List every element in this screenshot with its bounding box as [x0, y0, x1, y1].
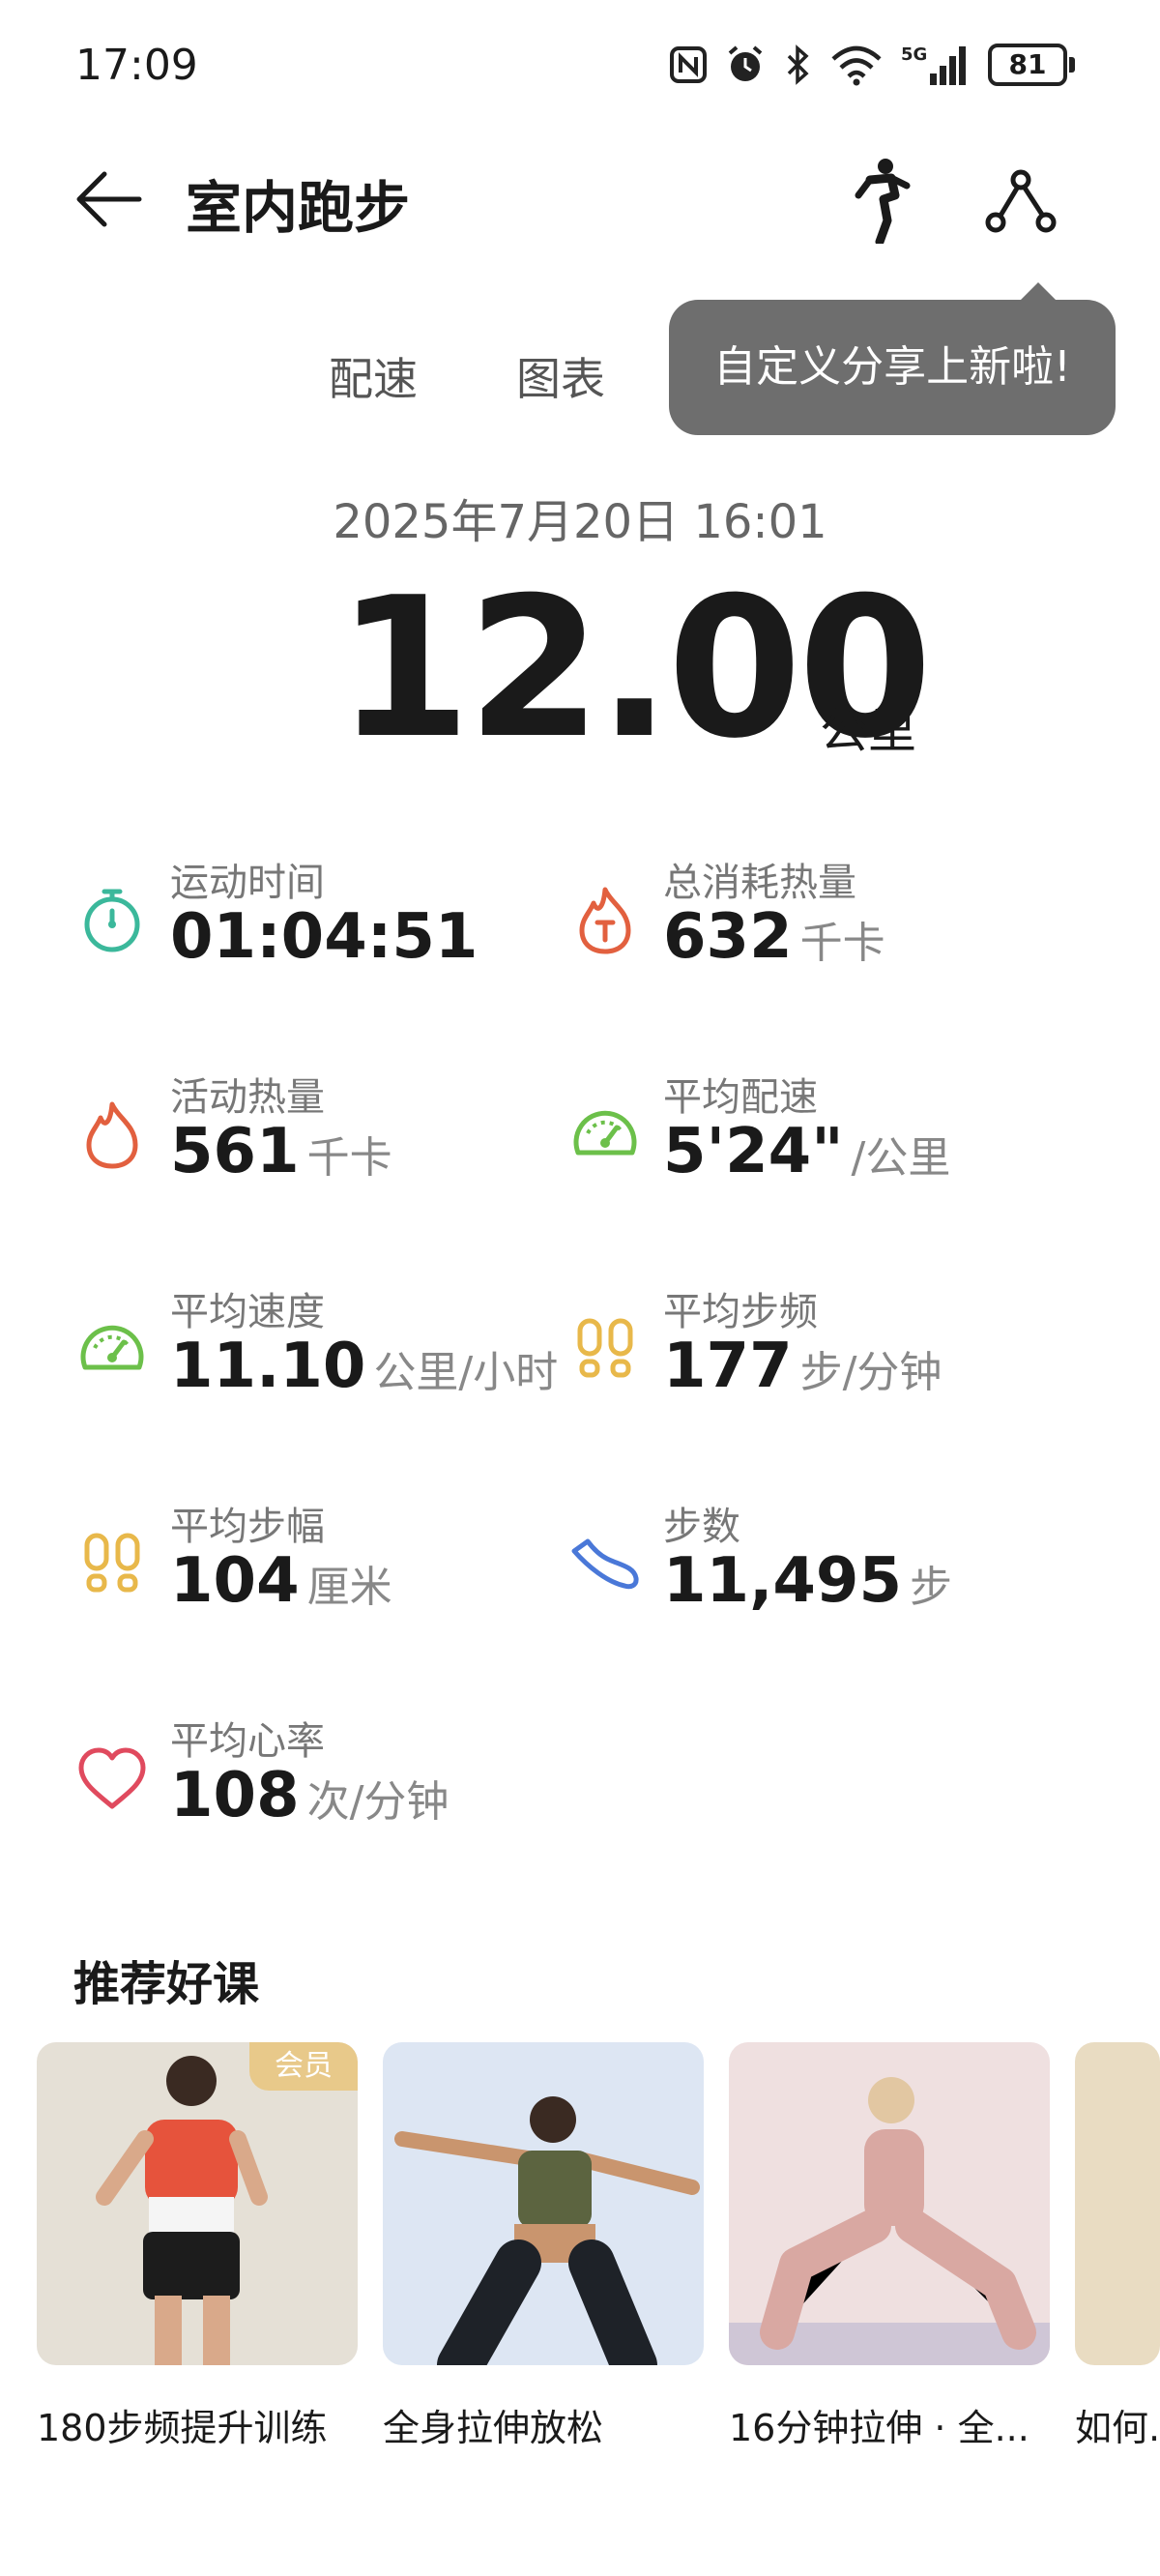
metric-duration: 运动时间 01:04:51 [75, 851, 559, 996]
metric-label: 平均步幅 [170, 1505, 325, 1549]
share-icon [985, 169, 1057, 233]
vip-badge: 会员 [249, 2042, 358, 2091]
metric-value: 177 [663, 1331, 793, 1402]
stopwatch-icon [84, 889, 140, 952]
lunge-photo-icon [729, 2077, 1050, 2365]
metric-unit: 公里/小时 [373, 1348, 559, 1397]
metric-value: 11.10 [170, 1331, 366, 1402]
nfc-icon [670, 46, 707, 83]
course-title: 180步频提升训练 [37, 2407, 328, 2449]
wifi-icon [831, 45, 882, 86]
metric-steps: 步数 11,495 步 [568, 1495, 1052, 1640]
course-card[interactable]: 16分钟拉伸 · 全... [729, 2042, 1050, 2451]
metric-avg-heart-rate: 平均心率 108 次/分钟 [75, 1710, 559, 1855]
status-time: 17:09 [75, 41, 198, 90]
battery-icon: 81 [988, 44, 1075, 86]
metric-value: 01:04:51 [170, 901, 478, 973]
back-button[interactable] [72, 162, 145, 236]
stretch-photo-icon [394, 2096, 700, 2365]
metric-value: 108 [170, 1760, 300, 1831]
shoe-icon [571, 1538, 639, 1590]
heart-icon [78, 1747, 146, 1809]
page-title: 室内跑步 [186, 175, 411, 241]
metric-label: 平均心率 [170, 1719, 325, 1764]
metric-label: 运动时间 [170, 861, 325, 905]
metric-unit: 步 [909, 1563, 952, 1612]
screen: 17:09 5G 81 室内跑步 配速 图表 自定义分享上新啦! 2025年7月… [0, 0, 1160, 2576]
course-card[interactable]: 会员 180步频提升训练 [37, 2042, 358, 2451]
tab-chart[interactable]: 图表 [516, 344, 605, 408]
course-card[interactable]: 如何... [1075, 2042, 1160, 2451]
course-thumbnail: 会员 [37, 2042, 358, 2365]
metric-avg-cadence: 平均步频 177 步/分钟 [568, 1280, 1052, 1425]
metric-label: 平均配速 [663, 1075, 818, 1120]
tab-pace[interactable]: 配速 [329, 344, 418, 408]
course-title: 16分钟拉伸 · 全... [729, 2407, 1030, 2449]
metric-label: 总消耗热量 [663, 861, 856, 905]
course-thumbnail [1075, 2042, 1160, 2365]
status-icons: 5G 81 [669, 43, 1075, 87]
runner-photo-icon [96, 2056, 268, 2365]
metric-total-calories: 总消耗热量 632 千卡 [568, 851, 1052, 996]
share-button[interactable] [980, 161, 1061, 242]
metric-value: 632 [663, 901, 793, 973]
metric-value: 5'24" [663, 1116, 844, 1187]
svg-text:5G: 5G [901, 44, 927, 65]
metric-unit: 千卡 [799, 919, 885, 968]
metric-value: 11,495 [663, 1545, 902, 1617]
section-title-courses: 推荐好课 [73, 1957, 260, 2011]
footprints-icon [577, 1318, 633, 1378]
metric-avg-stride: 平均步幅 104 厘米 [75, 1495, 559, 1640]
metric-avg-pace: 平均配速 5'24"/公里 [568, 1066, 1052, 1211]
metric-unit: 千卡 [306, 1133, 392, 1183]
speedometer-icon [80, 1325, 144, 1370]
signal-5g-icon: 5G [901, 44, 966, 85]
workout-date: 2025年7月20日 16:01 [333, 495, 827, 549]
course-title: 全身拉伸放松 [383, 2407, 604, 2449]
flame-icon [86, 1101, 138, 1169]
runner-button[interactable] [841, 157, 914, 247]
alarm-icon [728, 45, 763, 81]
course-title: 如何... [1075, 2407, 1160, 2449]
flame-total-icon [579, 887, 631, 954]
metric-unit: 步/分钟 [799, 1348, 942, 1397]
metric-avg-speed: 平均速度 11.10 公里/小时 [75, 1280, 559, 1425]
bluetooth-icon [787, 44, 809, 85]
metric-label: 平均步频 [663, 1290, 818, 1334]
metric-unit: 次/分钟 [306, 1777, 450, 1827]
distance-unit: 公里 [820, 703, 916, 759]
metric-label: 平均速度 [170, 1290, 325, 1334]
course-thumbnail [383, 2042, 704, 2365]
metric-label: 步数 [663, 1505, 740, 1549]
course-card[interactable]: 全身拉伸放松 [383, 2042, 704, 2451]
metric-unit: /公里 [851, 1133, 951, 1183]
share-tooltip[interactable]: 自定义分享上新啦! [669, 282, 1116, 435]
metric-value: 104 [170, 1545, 300, 1617]
metric-value: 561 [170, 1116, 300, 1187]
metric-label: 活动热量 [170, 1075, 325, 1120]
runner-icon [855, 159, 911, 247]
course-thumbnail [729, 2042, 1050, 2365]
arrow-left-icon [76, 171, 142, 227]
metric-active-calories: 活动热量 561 千卡 [75, 1066, 559, 1211]
footprints-icon [84, 1533, 140, 1593]
metric-unit: 厘米 [306, 1563, 392, 1612]
gauge-icon [573, 1110, 637, 1156]
